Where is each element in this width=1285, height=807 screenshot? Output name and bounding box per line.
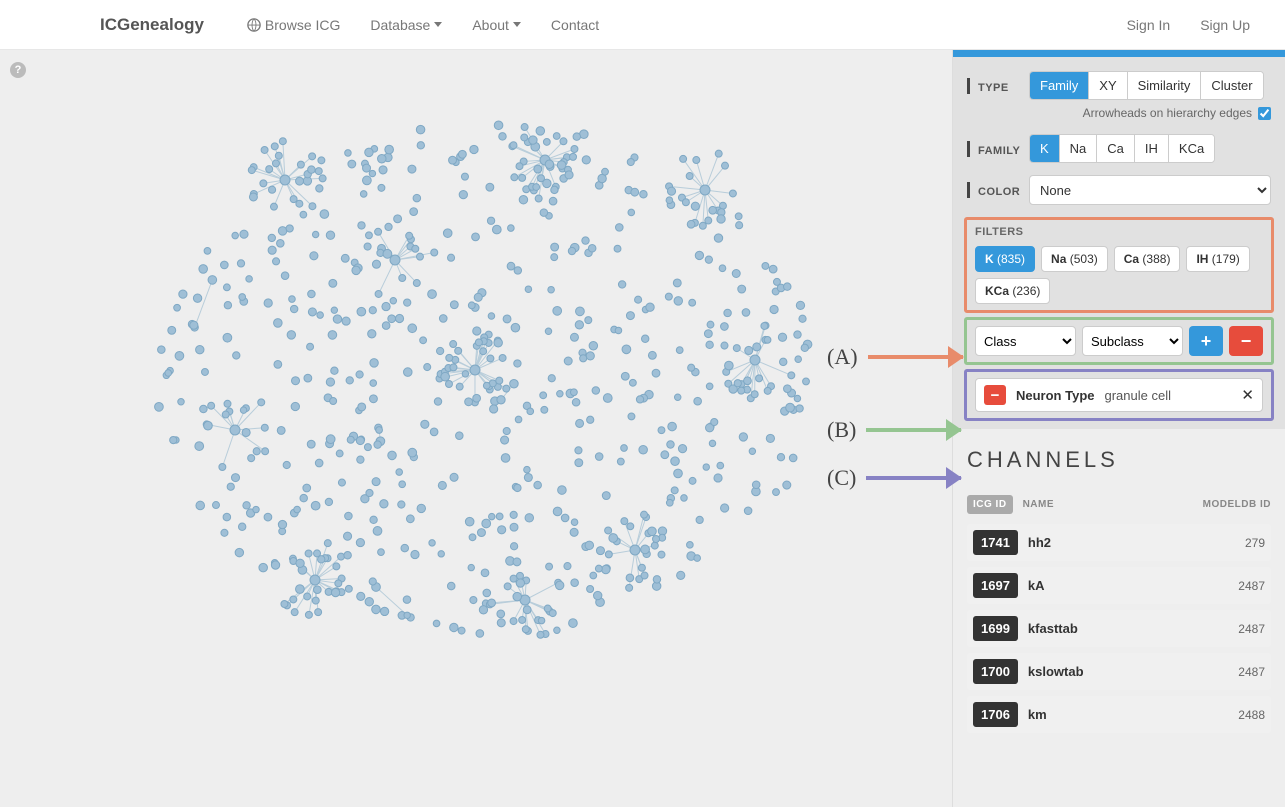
col-icg: ICG ID xyxy=(967,495,1013,514)
channel-name: hh2 xyxy=(1028,535,1051,550)
filter-exclude-button[interactable]: − xyxy=(984,385,1006,405)
type-xy[interactable]: XY xyxy=(1089,72,1127,99)
channel-row[interactable]: 1699 kfasttab 2487 xyxy=(967,610,1271,647)
type-buttons: Family XY Similarity Cluster xyxy=(1029,71,1264,100)
channel-icg: 1700 xyxy=(973,659,1018,684)
nav-signin[interactable]: Sign In xyxy=(1112,0,1186,50)
active-filter: − Neuron Type granule cell ✕ xyxy=(975,378,1263,412)
navbar: ICGenealogy Browse ICG Database About Co… xyxy=(0,0,1285,50)
type-label: TYPE xyxy=(978,82,1009,94)
channel-name: km xyxy=(1028,707,1047,722)
arrow-icon xyxy=(866,419,961,441)
pill-ih[interactable]: IH (179) xyxy=(1186,246,1249,272)
pill-kca[interactable]: KCa (236) xyxy=(975,278,1050,304)
callout-b: (B) xyxy=(827,417,961,443)
arrowheads-row: Arrowheads on hierarchy edges xyxy=(967,106,1271,120)
type-row: TYPE Family XY Similarity Cluster xyxy=(967,71,1271,100)
col-name: NAME xyxy=(1023,499,1054,510)
channel-modeldb: 2487 xyxy=(1238,622,1265,636)
pill-k[interactable]: K (835) xyxy=(975,246,1035,272)
channel-icg: 1741 xyxy=(973,530,1018,555)
family-ih[interactable]: IH xyxy=(1135,135,1169,162)
graph-canvas[interactable]: ? (A) (B) (C) xyxy=(0,50,952,807)
filter-add-box: Class Subclass + − xyxy=(964,317,1274,365)
nav-about[interactable]: About xyxy=(457,0,536,50)
arrowheads-label: Arrowheads on hierarchy edges xyxy=(1083,106,1252,120)
subclass-select[interactable]: Subclass xyxy=(1082,326,1183,356)
channel-row[interactable]: 1700 kslowtab 2487 xyxy=(967,653,1271,690)
filter-value: granule cell xyxy=(1105,388,1172,403)
type-similarity[interactable]: Similarity xyxy=(1128,72,1202,99)
channel-name: kA xyxy=(1028,578,1045,593)
close-icon[interactable]: ✕ xyxy=(1241,386,1254,404)
channels-header: ICG ID NAME MODELDB ID xyxy=(967,495,1271,514)
channel-row[interactable]: 1706 km 2488 xyxy=(967,696,1271,733)
pill-ca[interactable]: Ca (388) xyxy=(1114,246,1181,272)
add-filter-button[interactable]: + xyxy=(1189,326,1223,356)
filter-name: Neuron Type xyxy=(1016,388,1095,403)
help-icon[interactable]: ? xyxy=(10,62,26,78)
family-ca[interactable]: Ca xyxy=(1097,135,1135,162)
family-row: FAMILY K Na Ca IH KCa xyxy=(967,134,1271,163)
arrowheads-checkbox[interactable] xyxy=(1258,107,1271,120)
filters-label: FILTERS xyxy=(975,226,1263,238)
family-buttons: K Na Ca IH KCa xyxy=(1029,134,1215,163)
channel-icg: 1697 xyxy=(973,573,1018,598)
channel-modeldb: 2488 xyxy=(1238,708,1265,722)
class-select[interactable]: Class xyxy=(975,326,1076,356)
color-label: COLOR xyxy=(978,186,1020,198)
family-na[interactable]: Na xyxy=(1060,135,1098,162)
arrow-icon xyxy=(868,346,963,368)
caret-down-icon xyxy=(513,22,521,27)
channels-panel: CHANNELS ICG ID NAME MODELDB ID 1741 hh2… xyxy=(953,429,1285,739)
arrow-icon xyxy=(866,467,961,489)
color-row: COLOR None xyxy=(967,175,1271,205)
nav-signup[interactable]: Sign Up xyxy=(1185,0,1265,50)
channels-title: CHANNELS xyxy=(967,447,1271,473)
nav-database[interactable]: Database xyxy=(355,0,457,50)
family-label: FAMILY xyxy=(978,145,1020,157)
sidebar: TYPE Family XY Similarity Cluster Arrowh… xyxy=(952,50,1285,807)
filter-pills: K (835) Na (503) Ca (388) IH (179) KCa (… xyxy=(975,246,1263,304)
channel-icg: 1699 xyxy=(973,616,1018,641)
channel-icg: 1706 xyxy=(973,702,1018,727)
channel-modeldb: 279 xyxy=(1245,536,1265,550)
color-select[interactable]: None xyxy=(1029,175,1271,205)
brand[interactable]: ICGenealogy xyxy=(20,15,222,35)
channel-name: kslowtab xyxy=(1028,664,1084,679)
active-filter-box: − Neuron Type granule cell ✕ xyxy=(964,369,1274,421)
controls-panel: TYPE Family XY Similarity Cluster Arrowh… xyxy=(953,57,1285,429)
nav-contact[interactable]: Contact xyxy=(536,0,614,50)
channel-row[interactable]: 1697 kA 2487 xyxy=(967,567,1271,604)
nav-left: Browse ICG Database About Contact xyxy=(232,0,614,50)
callout-c: (C) xyxy=(827,465,961,491)
family-k[interactable]: K xyxy=(1030,135,1060,162)
family-kca[interactable]: KCa xyxy=(1169,135,1214,162)
channel-modeldb: 2487 xyxy=(1238,665,1265,679)
channel-row[interactable]: 1741 hh2 279 xyxy=(967,524,1271,561)
type-cluster[interactable]: Cluster xyxy=(1201,72,1262,99)
caret-down-icon xyxy=(434,22,442,27)
callout-a: (A) xyxy=(827,344,963,370)
accent-bar xyxy=(953,50,1285,57)
globe-icon xyxy=(247,18,261,32)
pill-na[interactable]: Na (503) xyxy=(1041,246,1108,272)
remove-filter-button[interactable]: − xyxy=(1229,326,1263,356)
col-modeldb: MODELDB ID xyxy=(1203,499,1271,510)
type-family[interactable]: Family xyxy=(1030,72,1089,99)
nav-right: Sign In Sign Up xyxy=(1112,0,1265,50)
channel-modeldb: 2487 xyxy=(1238,579,1265,593)
filters-box: FILTERS K (835) Na (503) Ca (388) IH (17… xyxy=(964,217,1274,313)
nav-browse[interactable]: Browse ICG xyxy=(232,0,355,50)
channel-name: kfasttab xyxy=(1028,621,1078,636)
network-graph[interactable] xyxy=(115,80,875,720)
